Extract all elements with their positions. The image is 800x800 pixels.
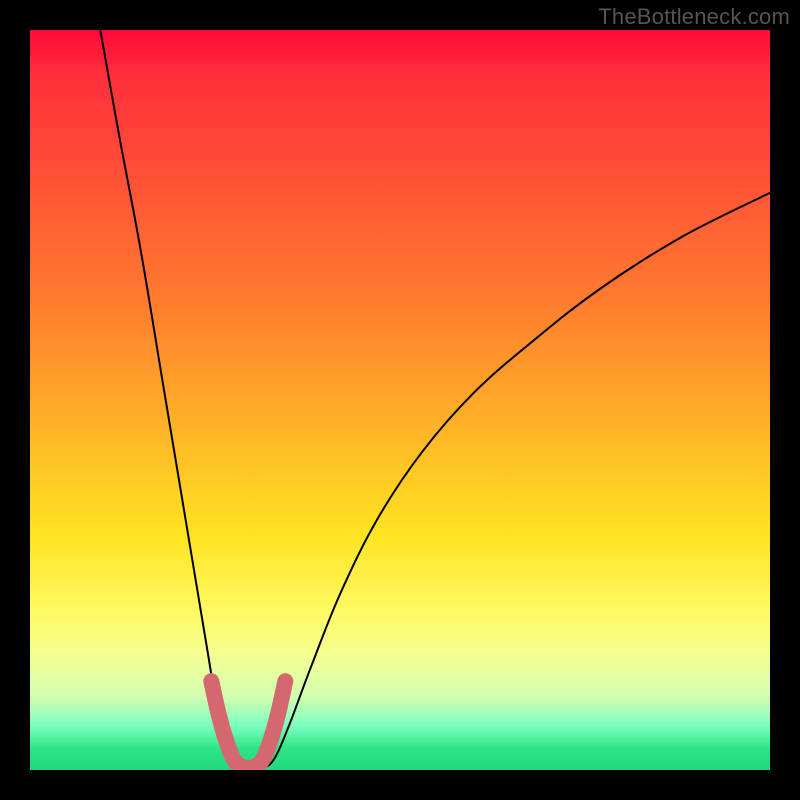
watermark-text: TheBottleneck.com (598, 4, 790, 30)
bottleneck-curve (100, 30, 770, 769)
highlight-band (211, 681, 285, 768)
chart-plot-area (30, 30, 770, 770)
chart-svg (30, 30, 770, 770)
